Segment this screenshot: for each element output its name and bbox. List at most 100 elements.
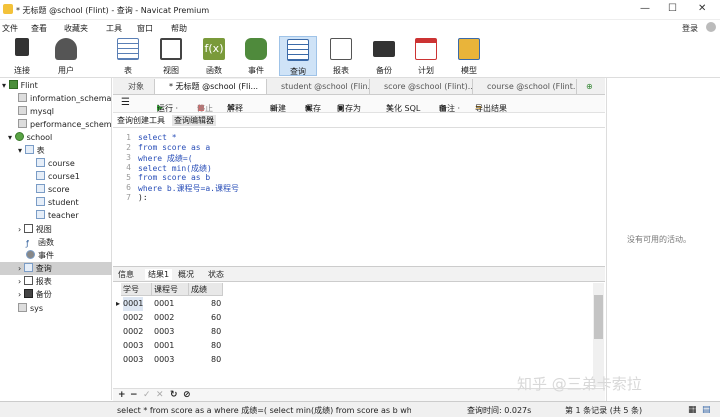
- event-button[interactable]: 事件: [237, 36, 275, 76]
- table-cell[interactable]: 80: [211, 353, 221, 367]
- tree-functions-node[interactable]: ƒ 函数: [26, 236, 54, 249]
- function-button[interactable]: f(x) 函数: [195, 36, 233, 76]
- tree-db-school[interactable]: ▾ school: [8, 131, 52, 144]
- table-cell[interactable]: 80: [211, 339, 221, 353]
- function-icon: f(x): [203, 38, 225, 60]
- tab-info[interactable]: 信息: [118, 269, 134, 280]
- table-cell[interactable]: 0002: [154, 311, 174, 325]
- tab-overview[interactable]: 概况: [178, 269, 194, 280]
- query-button[interactable]: 查询: [279, 36, 317, 76]
- new-tab-button[interactable]: ⊕: [583, 79, 599, 94]
- column-header[interactable]: 学号: [121, 283, 152, 296]
- user-button[interactable]: 用户: [47, 36, 85, 76]
- table-cell[interactable]: 80: [211, 297, 221, 311]
- discard-icon[interactable]: ✕: [156, 390, 164, 400]
- table-cell[interactable]: 0001: [123, 297, 144, 311]
- code-line: ):: [138, 193, 148, 202]
- tree-events-node[interactable]: 事件: [26, 249, 54, 262]
- close-button[interactable]: ✕: [698, 3, 706, 14]
- table-cell[interactable]: 0002: [123, 311, 143, 325]
- tab-result1[interactable]: 结果1: [145, 269, 173, 280]
- tree-connection-flint[interactable]: ▾ Flint: [2, 79, 38, 92]
- delete-row-icon[interactable]: −: [130, 390, 138, 400]
- database-icon: [14, 132, 24, 141]
- tree-tables-node[interactable]: ▾ 表: [18, 144, 45, 157]
- tree-table-student[interactable]: student: [36, 196, 79, 209]
- table-icon: [36, 210, 45, 219]
- tab-status[interactable]: 状态: [208, 269, 224, 280]
- login-link[interactable]: 登录: [682, 23, 698, 34]
- menu-help[interactable]: 帮助: [171, 23, 187, 34]
- menu-tools[interactable]: 工具: [106, 23, 122, 34]
- sql-editor[interactable]: 1 select * 2 from score as a 3 where 成绩=( 4…: [113, 128, 605, 266]
- connection-icon: [8, 80, 18, 89]
- menu-window[interactable]: 窗口: [137, 23, 153, 34]
- table-cell[interactable]: 0001: [154, 297, 174, 311]
- tab-query-builder[interactable]: 查询创建工具: [117, 115, 165, 126]
- form-view-icon[interactable]: ▤: [702, 405, 711, 415]
- tree-db-information-schema[interactable]: information_schema: [18, 92, 112, 105]
- plug-icon: [15, 38, 29, 56]
- table-cell[interactable]: 0003: [123, 339, 143, 353]
- app-icon: [3, 4, 13, 14]
- menu-file[interactable]: 文件: [2, 23, 18, 34]
- tree-db-sys[interactable]: sys: [18, 302, 43, 315]
- tree-db-performance-schema[interactable]: performance_schema: [18, 118, 112, 131]
- table-cell[interactable]: 0003: [154, 353, 174, 367]
- table-cell[interactable]: 0003: [123, 353, 143, 367]
- tree-queries-node[interactable]: › 查询: [0, 262, 112, 275]
- view-button[interactable]: 视图: [152, 36, 190, 76]
- tree-reports-node[interactable]: › 报表: [18, 275, 52, 288]
- stop-icon[interactable]: ⊘: [183, 390, 191, 400]
- scroll-thumb[interactable]: [594, 295, 603, 339]
- tab-course[interactable]: course @school (Flint...: [473, 79, 577, 94]
- column-header[interactable]: 成绩: [189, 283, 223, 296]
- ribbon-toolbar: 连接 用户 表 视图 f(x) 函数 事件 查询 报表 备份 计划 模型: [0, 36, 720, 78]
- refresh-icon[interactable]: ↻: [170, 390, 178, 400]
- table-button[interactable]: 表: [109, 36, 147, 76]
- report-button[interactable]: 报表: [322, 36, 360, 76]
- tree-table-score[interactable]: score: [36, 183, 70, 196]
- column-header[interactable]: 课程号: [152, 283, 189, 296]
- watermark: 知乎 @三弟卡索拉: [517, 375, 642, 393]
- tab-untitled-query[interactable]: * 无标题 @school (Fli...: [155, 79, 267, 94]
- grid-scrollbar[interactable]: [593, 283, 604, 387]
- backup-icon: [23, 289, 33, 298]
- event-icon: [26, 250, 35, 259]
- editor-mode-tabs: 查询创建工具 查询编辑器: [113, 113, 605, 128]
- code-line: from score as b: [138, 173, 211, 182]
- menu-icon[interactable]: ☰: [121, 97, 130, 108]
- table-cell[interactable]: 80: [211, 325, 221, 339]
- tab-student[interactable]: student @school (Flin...: [267, 79, 370, 94]
- maximize-button[interactable]: ☐: [668, 3, 677, 14]
- connect-button[interactable]: 连接: [3, 36, 41, 76]
- backup-button[interactable]: 备份: [365, 36, 403, 76]
- table-cell[interactable]: 0002: [123, 325, 143, 339]
- menu-view[interactable]: 查看: [31, 23, 47, 34]
- table-cell[interactable]: 0001: [154, 339, 174, 353]
- model-button[interactable]: 模型: [450, 36, 488, 76]
- tab-objects[interactable]: 对象: [113, 79, 155, 94]
- tree-table-course[interactable]: course: [36, 157, 75, 170]
- grid-view-icon[interactable]: ▦: [688, 405, 697, 415]
- table-cell[interactable]: 0003: [154, 325, 174, 339]
- tab-query-editor[interactable]: 查询编辑器: [172, 115, 216, 126]
- schedule-button[interactable]: 计划: [407, 36, 445, 76]
- tree-views-node[interactable]: › 视图: [18, 223, 52, 236]
- add-row-icon[interactable]: +: [118, 390, 126, 400]
- tree-table-course1[interactable]: course1: [36, 170, 80, 183]
- tree-backups-node[interactable]: › 备份: [18, 288, 52, 301]
- result-tabs: 信息 结果1 概况 状态: [113, 266, 605, 282]
- minimize-button[interactable]: —: [640, 3, 650, 14]
- tab-score[interactable]: score @school (Flint)...: [370, 79, 473, 94]
- tape-icon: [373, 41, 395, 57]
- window-title: * 无标题 @school (Flint) - 查询 - Navicat Pre…: [16, 6, 210, 15]
- apply-icon[interactable]: ✓: [143, 390, 151, 400]
- tree-db-mysql[interactable]: mysql: [18, 105, 54, 118]
- glasses-icon: [23, 224, 33, 233]
- tree-table-teacher[interactable]: teacher: [36, 209, 79, 222]
- table-cell[interactable]: 60: [211, 311, 221, 325]
- menu-favorites[interactable]: 收藏夹: [64, 23, 88, 34]
- code-line: from score as a: [138, 143, 211, 152]
- table-icon: [24, 145, 34, 154]
